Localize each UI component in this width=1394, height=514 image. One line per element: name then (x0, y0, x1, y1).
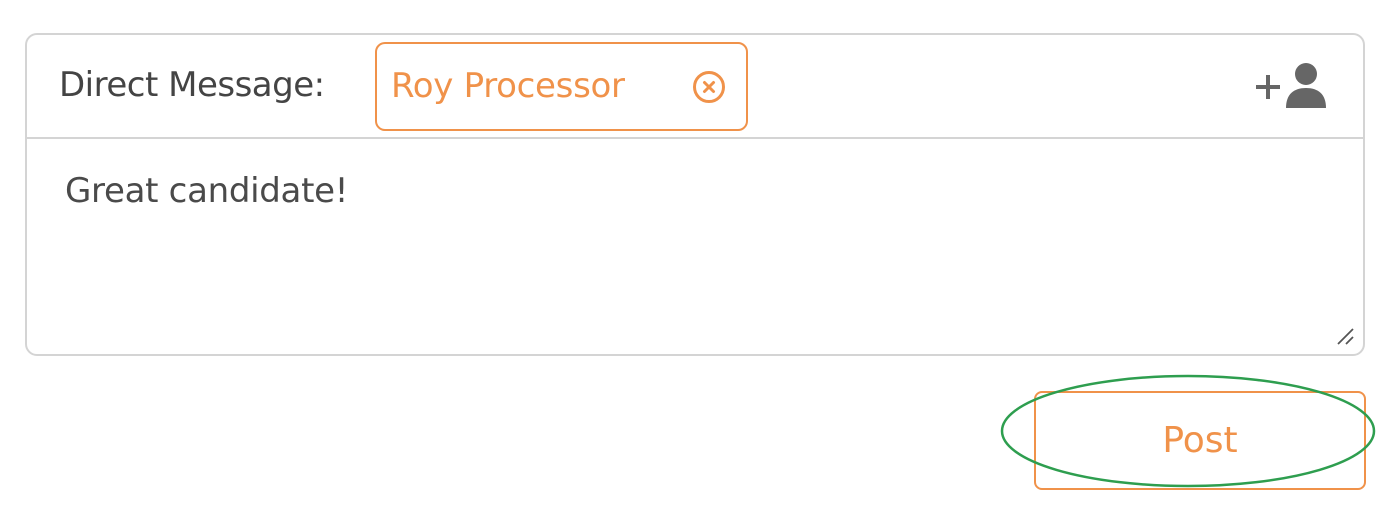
recipient-chip-label: Roy Processor (391, 66, 625, 106)
recipient-chip[interactable]: Roy Processor (375, 42, 748, 131)
recipient-row: Direct Message: Roy Processor (27, 35, 1363, 139)
message-text[interactable]: Great candidate! (65, 171, 348, 211)
message-textarea[interactable]: Great candidate! (27, 139, 1363, 354)
post-button[interactable]: Post (1034, 391, 1366, 490)
add-user-icon[interactable] (1254, 62, 1332, 110)
direct-message-composer: Direct Message: Roy Processor Great cand… (25, 33, 1365, 356)
direct-message-label: Direct Message: (59, 65, 325, 105)
resize-handle-icon[interactable] (1335, 326, 1355, 346)
close-circle-icon[interactable] (691, 69, 727, 105)
post-button-label: Post (1162, 420, 1238, 461)
